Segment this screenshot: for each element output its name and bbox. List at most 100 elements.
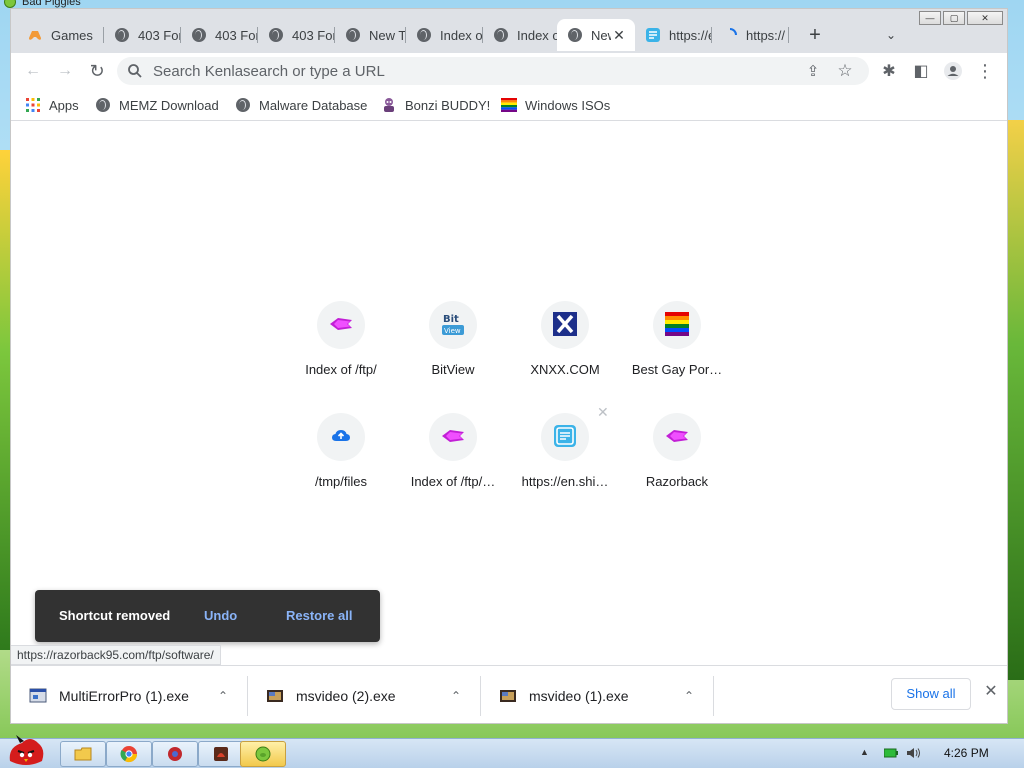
svg-text:View: View [444,327,461,335]
tab-title: Games [51,27,93,43]
shortcut-icon-container [429,413,477,461]
tab-search-chevron-icon[interactable]: ⌄ [879,23,903,47]
remove-shortcut-close-icon[interactable]: ✕ [597,404,609,421]
shortcut-tile-xnxx[interactable]: XNXX.COM [509,285,621,397]
tab-close-icon[interactable]: ✕ [611,27,627,43]
download-options-chevron-icon[interactable]: ⌃ [446,686,466,706]
battery-icon[interactable] [883,747,898,759]
download-item[interactable]: MultiErrorPro (1).exe ⌃ [11,666,247,723]
shortcut-label: Razorback [645,474,709,489]
restore-all-button[interactable]: Restore all [286,608,352,623]
reload-button[interactable]: ↻ [83,57,111,85]
shortcut-icon-container [541,301,589,349]
close-window-button[interactable]: ✕ [967,11,1003,25]
forward-button[interactable]: → [51,57,79,85]
taskbar-app-game[interactable] [198,741,244,767]
globe-icon [493,27,509,43]
maximize-button[interactable]: ▢ [943,11,965,25]
exe-file-icon [29,687,47,705]
cloud-upload-icon [331,428,351,447]
toast-message: Shortcut removed [59,608,171,623]
tab-strip: Games 403 Forbidden 403 Forbidden 403 Fo… [11,9,1007,53]
address-bar[interactable]: ⇪ ☆ [117,57,869,85]
shortcut-icon-container [653,301,701,349]
taskbar-file-explorer[interactable] [60,741,106,767]
bookmark-windows-isos[interactable]: Windows ISOs [501,94,610,116]
globe-icon [235,97,251,113]
shortcut-icon-container [653,413,701,461]
new-tab-button[interactable]: + [803,23,827,47]
shortcut-tile-bitview[interactable]: Bit View BitView [397,285,509,397]
bookmark-label: Bonzi BUDDY! [405,97,491,113]
minimize-button[interactable]: — [919,11,941,25]
share-icon[interactable]: ⇪ [801,61,825,81]
extensions-puzzle-icon[interactable]: ✱ [875,57,903,85]
shortcut-tile-index-of-ftp-2[interactable]: Index of /ftp/… [397,397,509,509]
shortcut-tile-best-gay[interactable]: Best Gay Por… [621,285,733,397]
globe-icon [567,27,583,43]
bookmark-memz-download[interactable]: MEMZ Download [95,94,219,116]
download-filename: MultiErrorPro (1).exe [59,688,189,704]
shortcut-label: BitView [431,362,475,377]
back-button[interactable]: ← [19,57,47,85]
shortcut-label: XNXX.COM [530,362,600,377]
shortcut-tile-index-of-ftp[interactable]: Index of /ftp/ [285,285,397,397]
taskbar-chrome[interactable] [106,741,152,767]
shortcut-label: https://en.shi… [521,474,609,489]
tab-title: New Tab [591,27,611,43]
bookmark-star-icon[interactable]: ☆ [833,61,857,81]
profile-avatar[interactable] [939,57,967,85]
tab-403-forbidden-1[interactable]: 403 Forbidden [104,19,180,51]
rainbow-flag-icon [665,311,689,339]
bonzi-icon [381,97,397,113]
side-panel-icon[interactable]: ◧ [907,57,935,85]
tab-new-tab-active[interactable]: New Tab ✕ [557,19,635,51]
game-controller-icon [27,27,43,43]
link-hover-status-url: https://razorback95.com/ftp/software/ [11,645,221,665]
download-item[interactable]: msvideo (1).exe ⌃ [481,666,713,723]
tab-title: https:// [746,27,786,43]
bookmark-malware-database[interactable]: Malware Database [235,94,367,116]
wallpaper-right-decoration [1006,120,1024,680]
tab-index-of-1[interactable]: Index of [406,19,482,51]
globe-icon [114,27,130,43]
tab-index-of-2[interactable]: Index of [483,19,557,51]
bad-piggies-icon [4,0,16,8]
taskbar-app-red[interactable] [152,741,198,767]
download-options-chevron-icon[interactable]: ⌃ [679,686,699,706]
globe-icon [268,27,284,43]
bookmark-bonzi-buddy[interactable]: Bonzi BUDDY! [381,94,490,116]
background-window-title: Bad Piggies [0,0,81,8]
show-all-downloads-button[interactable]: Show all [891,678,971,710]
tab-403-forbidden-2[interactable]: 403 Forbidden [181,19,257,51]
download-options-chevron-icon[interactable]: ⌃ [213,686,233,706]
bookmark-label: Malware Database [259,97,368,113]
tab-new-tab-1[interactable]: New Tab [335,19,405,51]
shortcut-label: Index of /ftp/… [410,474,496,489]
globe-icon [345,27,361,43]
bookmark-label: MEMZ Download [119,97,219,113]
taskbar-bad-piggies[interactable] [240,741,286,767]
download-item[interactable]: msvideo (2).exe ⌃ [248,666,480,723]
bookmark-apps[interactable]: Apps [25,94,79,116]
tab-shiny-site[interactable]: https://en.shiny [635,19,711,51]
search-icon [127,63,143,79]
close-download-shelf-icon[interactable]: ✕ [979,680,1003,704]
tab-403-forbidden-3[interactable]: 403 Forbidden [258,19,334,51]
undo-button[interactable]: Undo [204,608,237,623]
start-button[interactable] [4,731,48,768]
chrome-menu-icon[interactable]: ⋮ [971,57,999,85]
taskbar: ▲ 4:26 PM [0,735,1024,768]
tray-overflow-icon[interactable]: ▲ [860,747,869,757]
tab-games[interactable]: Games [17,19,103,51]
tab-title: 403 Forbidden [292,27,334,43]
shortcut-tile-tmp-files[interactable]: /tmp/files [285,397,397,509]
tab-title: New Tab [369,27,405,43]
tab-loading[interactable]: https:// [712,19,788,51]
shortcut-tile-razorback[interactable]: Razorback [621,397,733,509]
x-logo-icon [553,311,577,339]
globe-icon [191,27,207,43]
address-input[interactable] [153,62,773,80]
volume-icon[interactable] [906,747,920,759]
tab-separator [788,27,789,43]
